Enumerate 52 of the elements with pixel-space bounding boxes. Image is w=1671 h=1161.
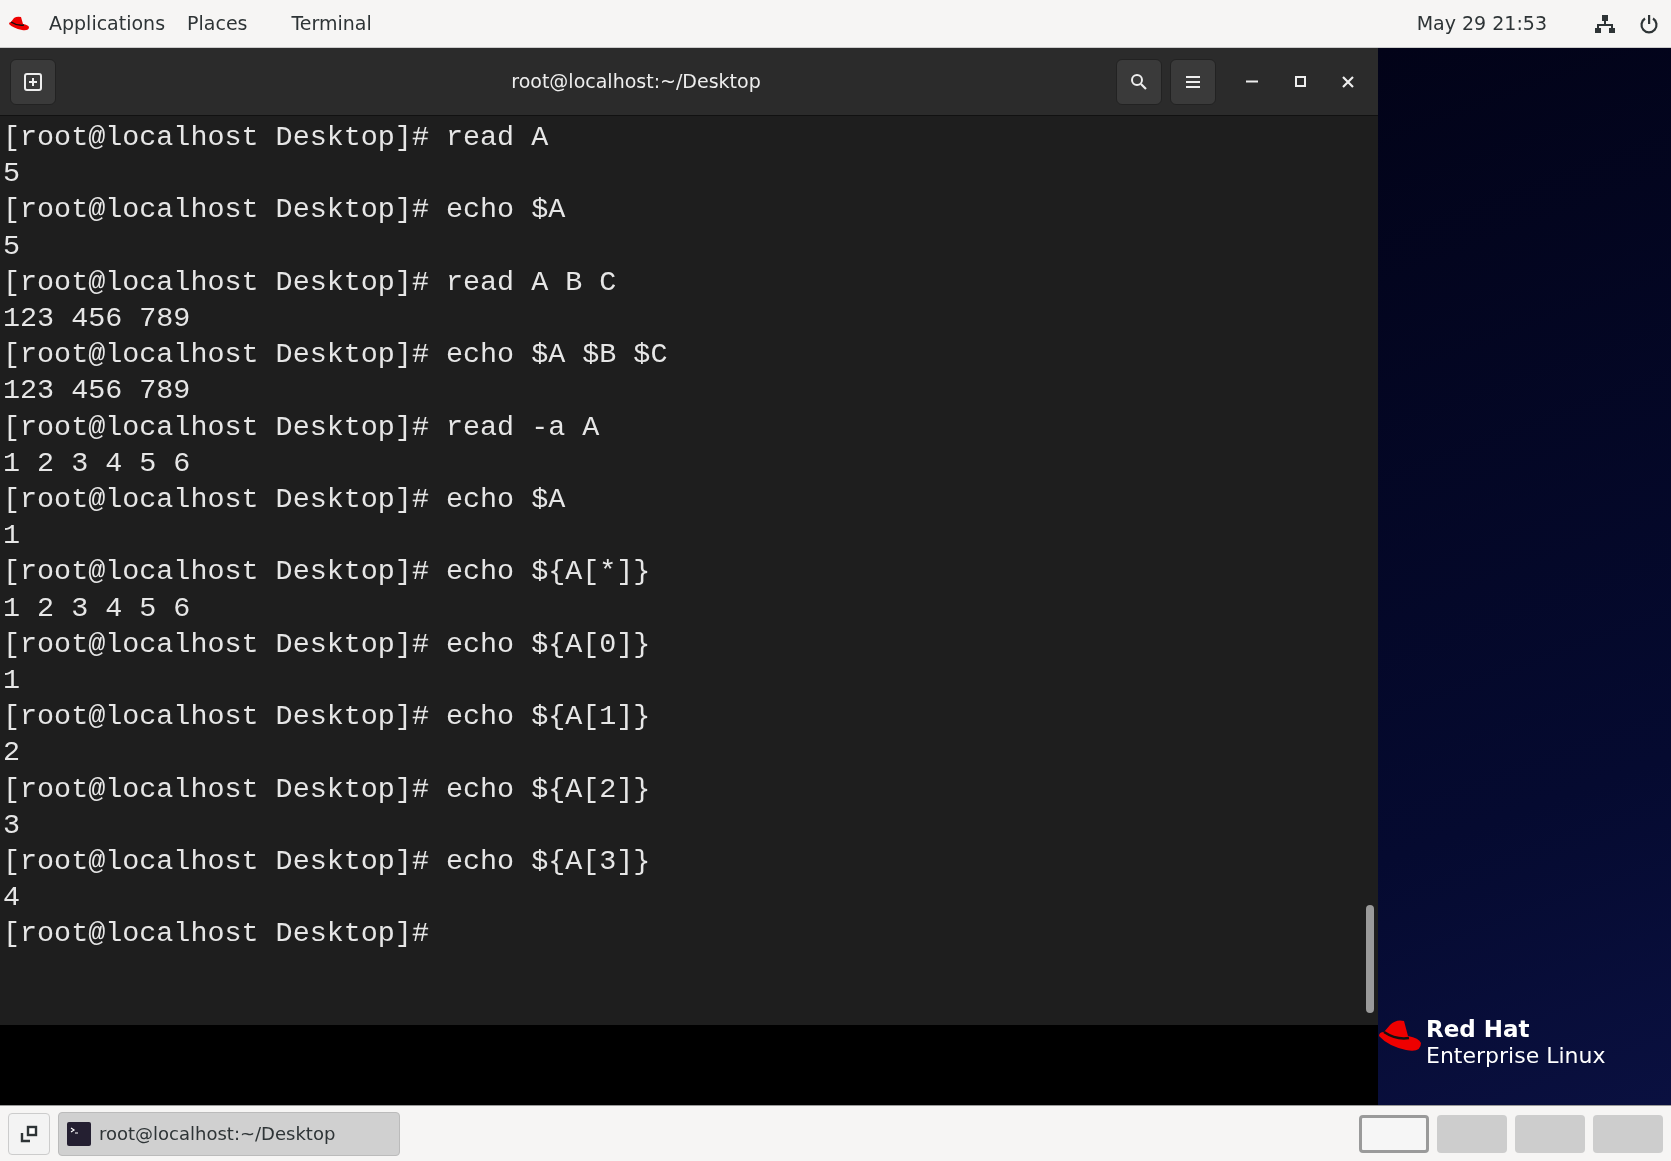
power-icon[interactable]	[1639, 13, 1659, 34]
terminal-line: 123 456 789	[3, 373, 191, 410]
terminal-line: 123 456 789	[3, 301, 191, 337]
workspace-thumbnail[interactable]	[1437, 1114, 1507, 1153]
menu-item[interactable]: Applications	[38, 9, 177, 38]
terminal-line: [root@localhost Desktop]# read A	[3, 120, 549, 156]
terminal-line: [root@localhost Desktop]#	[3, 916, 429, 953]
network-icon[interactable]	[1595, 13, 1615, 34]
window-title: root@localhost:~/Desktop	[510, 69, 762, 95]
window-label: root@localhost:~/Desktop	[99, 1122, 336, 1146]
terminal-line: [root@localhost Desktop]# echo ${A[0]}	[3, 626, 651, 663]
terminal-line: 1 2 3 4 5 6	[3, 590, 191, 627]
terminal-line: 4	[3, 880, 21, 917]
new-tab-icon	[24, 72, 42, 91]
logo-text: Enterprise Linux	[1426, 1042, 1606, 1069]
logo-text: Red Hat	[1426, 1017, 1531, 1043]
terminal-line: 2	[3, 735, 21, 772]
show-desktop-button[interactable]	[8, 1112, 50, 1155]
terminal-line: [root@localhost Desktop]# echo ${A[*]}	[3, 554, 651, 591]
workspace-thumbnail[interactable]	[1593, 1114, 1663, 1153]
taskbar-window-button[interactable]: root@localhost:~/Desktop	[58, 1111, 400, 1156]
terminal-icon	[67, 1121, 91, 1146]
terminal-line: [root@localhost Desktop]# read A B C	[3, 264, 617, 301]
menu-button[interactable]	[1170, 58, 1216, 105]
menu-item[interactable]: Places	[176, 9, 259, 38]
terminal-line: 1	[3, 663, 21, 700]
close-icon	[1342, 75, 1354, 88]
terminal-line: [root@localhost Desktop]# echo $A	[3, 482, 566, 519]
terminal-line: 1	[3, 518, 21, 555]
maximize-icon	[1294, 76, 1306, 87]
terminal-line: [root@localhost Desktop]# echo $A	[3, 192, 566, 229]
menu-icon	[1185, 74, 1201, 89]
terminal-line: 3	[3, 807, 21, 844]
window-switch-icon	[20, 1124, 38, 1143]
menu-item[interactable]: Terminal	[280, 9, 383, 38]
terminal-line: [root@localhost Desktop]# read -a A	[3, 409, 600, 446]
terminal-line: [root@localhost Desktop]# echo ${A[2]}	[3, 771, 651, 808]
terminal-line: 5	[3, 228, 21, 265]
minimize-icon	[1246, 80, 1258, 83]
search-button[interactable]	[1116, 58, 1162, 105]
terminal-line: [root@localhost Desktop]# echo ${A[3]}	[3, 844, 651, 881]
terminal-line: 5	[3, 156, 21, 193]
clock[interactable]: May 29 21:53	[1416, 9, 1547, 38]
new-tab-button[interactable]	[10, 58, 56, 105]
workspace-thumbnail[interactable]	[1359, 1114, 1429, 1153]
terminal-line: 1 2 3 4 5 6	[3, 445, 191, 482]
terminal-line: [root@localhost Desktop]# echo $A $B $C	[3, 337, 668, 374]
scrollbar-thumb[interactable]	[1366, 905, 1374, 1013]
hat-icon	[8, 15, 30, 32]
terminal-line: [root@localhost Desktop]# echo ${A[1]}	[3, 699, 651, 736]
workspace-thumbnail[interactable]	[1515, 1114, 1585, 1153]
search-icon	[1130, 72, 1148, 91]
